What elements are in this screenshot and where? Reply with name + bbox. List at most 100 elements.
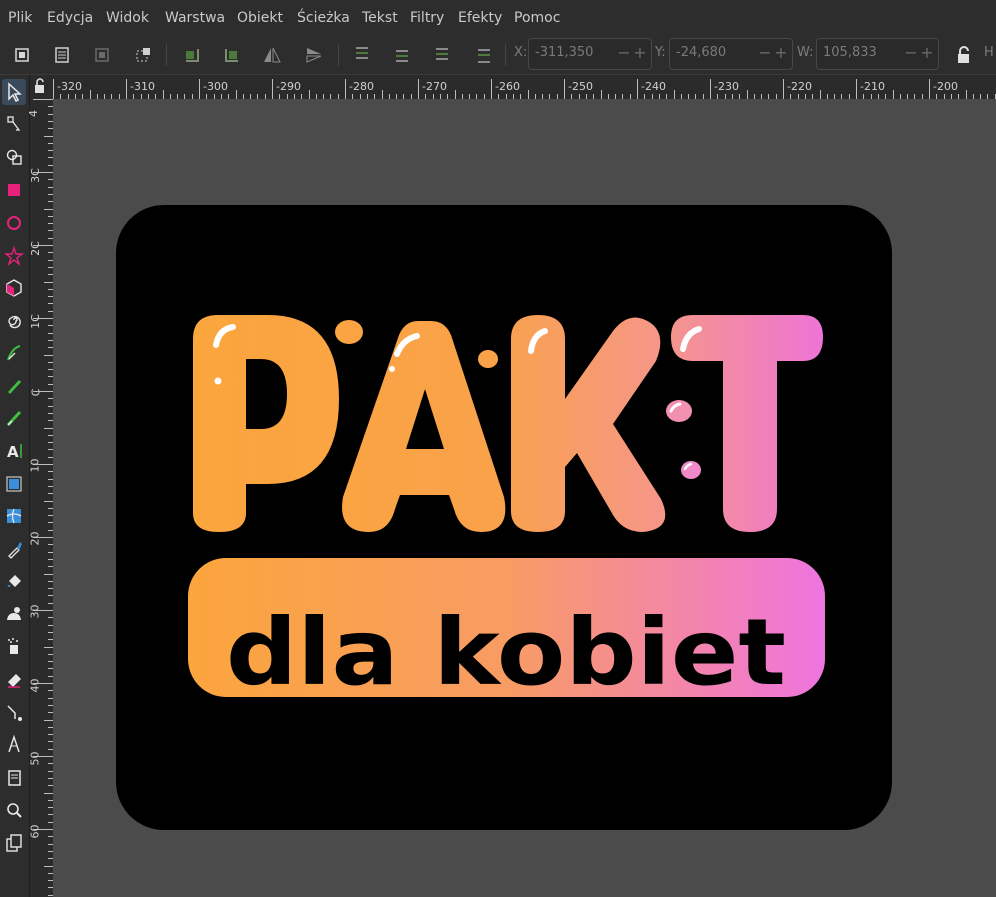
menu-path[interactable]: Ścieżka: [297, 0, 350, 36]
menu-file[interactable]: Plik: [8, 0, 32, 36]
h-ruler-label: -320: [57, 80, 82, 93]
h-ruler-label: -310: [130, 80, 155, 93]
menu-edit[interactable]: Edycja: [47, 0, 93, 36]
title-dot: [335, 320, 363, 344]
rectangle-tool-icon[interactable]: [2, 177, 26, 203]
x-input[interactable]: -311,350 − +: [528, 38, 652, 70]
menu-view[interactable]: Widok: [106, 0, 149, 36]
ellipse-tool-icon[interactable]: [2, 210, 26, 236]
highlight-a-dot: [389, 366, 395, 372]
node-tool-icon[interactable]: [2, 111, 26, 137]
w-increment-button[interactable]: +: [920, 44, 934, 62]
h-ruler-label: -290: [276, 80, 301, 93]
v-ruler-label: 10: [28, 458, 42, 473]
vertical-ruler[interactable]: 4 3C 2C 1C C 10 20 30 40 50 60: [27, 99, 53, 897]
rotate-ccw-icon[interactable]: [178, 42, 206, 68]
artwork: dla kobiet: [116, 205, 892, 830]
x-label: X:: [514, 45, 528, 60]
title-dot: [478, 350, 498, 368]
v-ruler-label: 2C: [28, 241, 42, 256]
page-tool-icon[interactable]: [2, 830, 26, 856]
shape-builder-tool-icon[interactable]: [2, 144, 26, 170]
raise-to-top-icon[interactable]: [348, 42, 376, 68]
measure-tool-icon[interactable]: [2, 731, 26, 757]
toolbar-separator: [505, 44, 506, 66]
y-increment-button[interactable]: +: [774, 44, 788, 62]
pages-tool-icon[interactable]: [2, 765, 26, 791]
h-ruler-label: -240: [641, 80, 666, 93]
w-label: W:: [797, 45, 814, 60]
horizontal-ruler[interactable]: -320 -310 -300 -290 -280 -270 -260 -250 …: [53, 75, 996, 99]
h-ruler-label: -270: [422, 80, 447, 93]
vertical-ruler-ticks: [33, 99, 53, 896]
svg-text:A: A: [7, 443, 19, 461]
v-ruler-label: 50: [28, 751, 42, 766]
flip-horizontal-icon[interactable]: [258, 42, 286, 68]
select-all-icon[interactable]: [8, 42, 36, 68]
ruler-corner[interactable]: [30, 75, 53, 99]
lower-to-bottom-icon[interactable]: [470, 42, 498, 68]
rotate-cw-icon[interactable]: [218, 42, 246, 68]
subtitle-badge[interactable]: dla kobiet: [188, 558, 825, 706]
menu-text[interactable]: Tekst: [362, 0, 398, 36]
w-decrement-button[interactable]: −: [904, 44, 918, 62]
paint-bucket-tool-icon[interactable]: [2, 568, 26, 594]
x-decrement-button[interactable]: −: [617, 44, 631, 62]
y-label: Y:: [655, 45, 666, 60]
drawing-canvas[interactable]: dla kobiet: [53, 99, 996, 897]
flip-vertical-icon[interactable]: [300, 42, 328, 68]
h-label: H: [984, 45, 994, 60]
menu-layer[interactable]: Warstwa: [165, 0, 225, 36]
h-ruler-label: -260: [495, 80, 520, 93]
select-same-icon[interactable]: [130, 42, 158, 68]
eraser-tool-icon[interactable]: [2, 666, 26, 692]
lock-icon[interactable]: [950, 42, 978, 68]
star-tool-icon[interactable]: [2, 243, 26, 269]
gradient-tool-icon[interactable]: [2, 471, 26, 497]
ruler-lock-icon: [35, 78, 44, 93]
highlight-p-dot: [214, 377, 222, 385]
tweak-tool-icon[interactable]: [2, 601, 26, 627]
dropper-tool-icon[interactable]: [2, 536, 26, 562]
width-field: W: 105,833 − +: [797, 38, 939, 70]
mesh-tool-icon[interactable]: [2, 503, 26, 529]
w-input[interactable]: 105,833 − +: [816, 38, 939, 70]
deselect-icon[interactable]: [88, 42, 116, 68]
spray-tool-icon[interactable]: [2, 633, 26, 659]
connector-tool-icon[interactable]: [2, 699, 26, 725]
menu-filters[interactable]: Filtry: [410, 0, 444, 36]
select-all-layers-icon[interactable]: [48, 42, 76, 68]
raise-icon[interactable]: [388, 42, 416, 68]
zoom-tool-icon[interactable]: [2, 797, 26, 823]
lower-icon[interactable]: [428, 42, 456, 68]
pencil-tool-icon[interactable]: [2, 372, 26, 398]
h-ruler-label: -250: [568, 80, 593, 93]
h-ruler-label: -300: [203, 80, 228, 93]
spiral-tool-icon[interactable]: [2, 307, 26, 333]
menu-extensions[interactable]: Efekty: [458, 0, 502, 36]
h-ruler-label: -220: [787, 80, 812, 93]
w-value: 105,833: [823, 45, 877, 60]
v-ruler-label: 3C: [28, 168, 42, 183]
v-ruler-label: 4: [27, 110, 40, 117]
toolbar-separator: [166, 44, 167, 66]
x-increment-button[interactable]: +: [633, 44, 647, 62]
menu-object[interactable]: Obiekt: [237, 0, 283, 36]
menu-help[interactable]: Pomoc: [514, 0, 560, 36]
h-ruler-label: -280: [349, 80, 374, 93]
text-tool-icon[interactable]: A: [2, 438, 26, 464]
box-3d-tool-icon[interactable]: [2, 275, 26, 301]
v-ruler-label: 20: [28, 531, 42, 546]
horizontal-ruler-ticks: [53, 79, 996, 99]
y-decrement-button[interactable]: −: [758, 44, 772, 62]
y-input[interactable]: -24,680 − +: [669, 38, 793, 70]
h-ruler-label: -210: [860, 80, 885, 93]
toolbox: A: [0, 75, 30, 897]
v-ruler-label: 60: [28, 824, 42, 839]
menu-bar: Plik Edycja Widok Warstwa Obiekt Ścieżka…: [0, 0, 996, 36]
v-ruler-label: C: [29, 388, 43, 397]
selector-tool-icon[interactable]: [2, 79, 26, 105]
calligraphy-tool-icon[interactable]: [2, 405, 26, 431]
bezier-pen-tool-icon[interactable]: [2, 340, 26, 366]
tool-controls-bar: X: -311,350 − + Y: -24,680 − + W: 105,83…: [0, 36, 996, 75]
